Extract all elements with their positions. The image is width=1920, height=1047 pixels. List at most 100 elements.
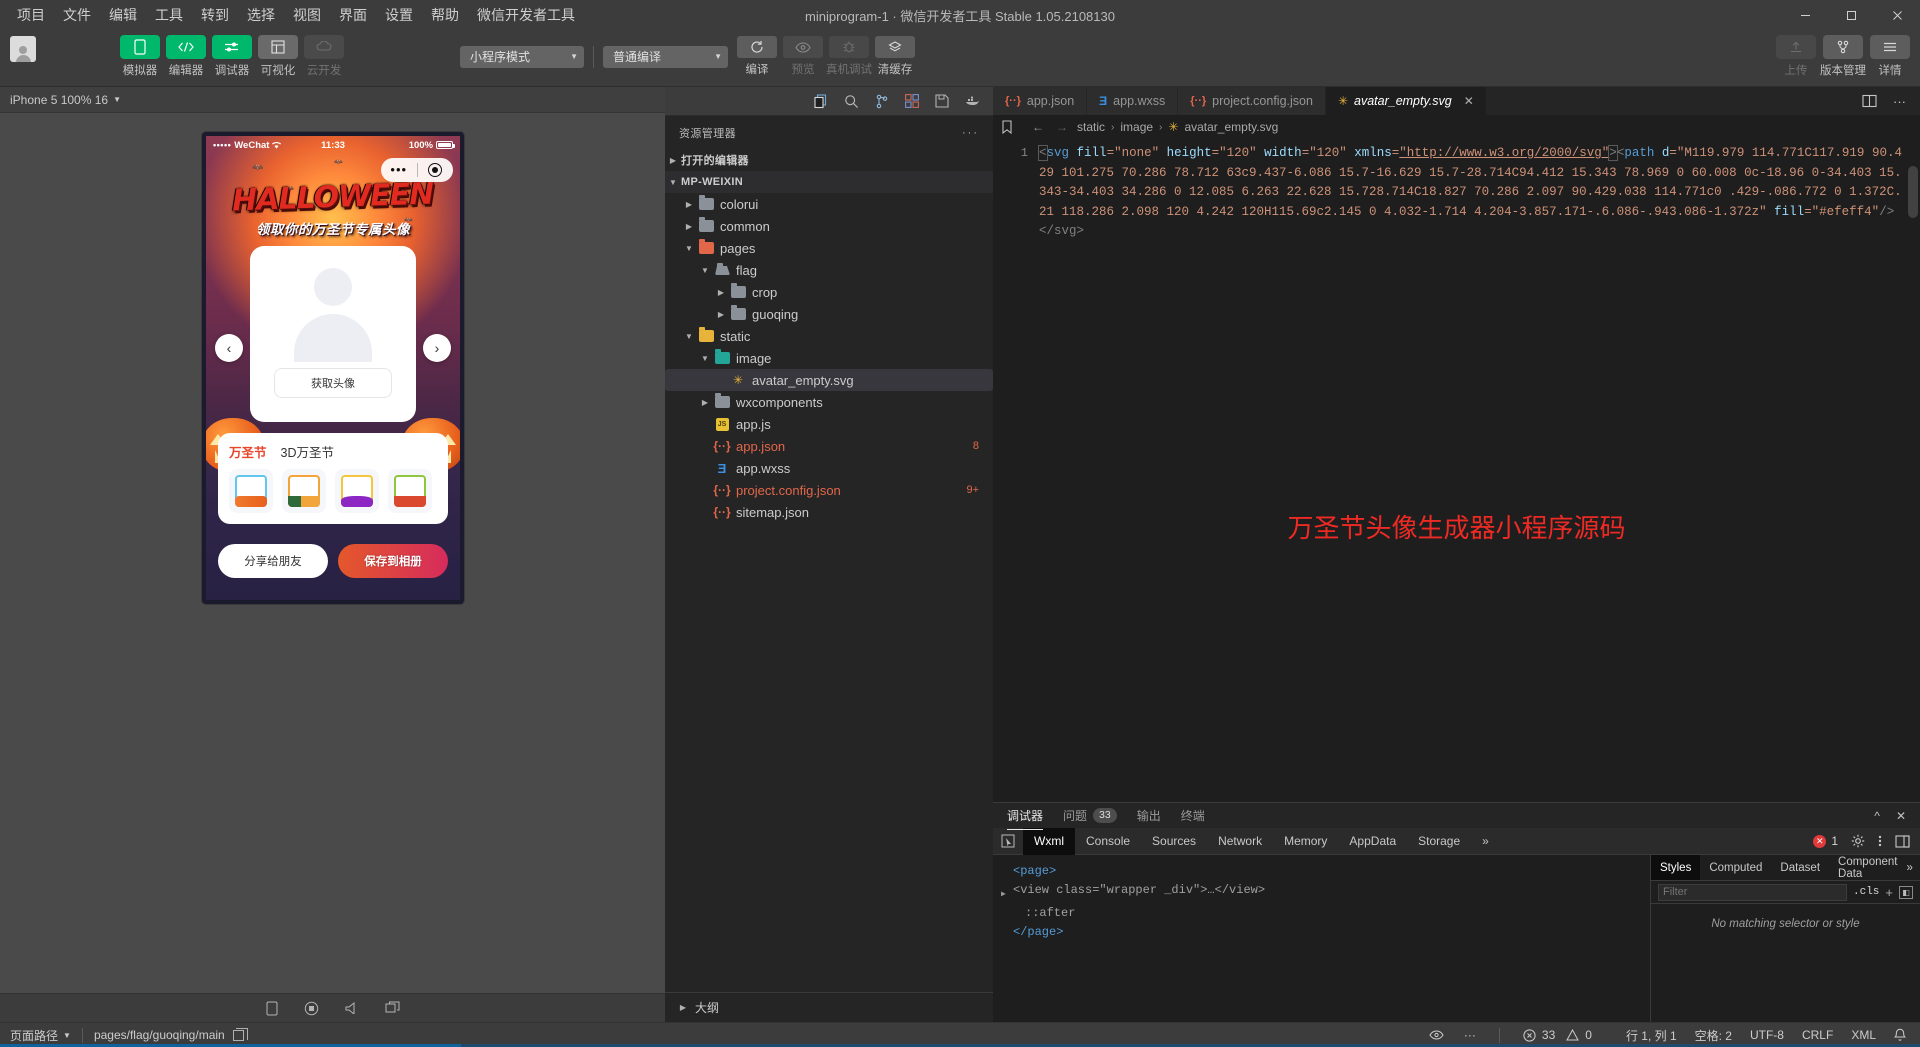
- page-path-selector[interactable]: 页面路径 ▼: [10, 1027, 71, 1044]
- tree-row-sitemap-json[interactable]: {··} sitemap.json: [665, 501, 993, 523]
- menu-item-2[interactable]: 编辑: [100, 2, 146, 28]
- frame-tab-3d-halloween[interactable]: 3D万圣节: [281, 442, 334, 461]
- gear-icon[interactable]: [1851, 834, 1865, 848]
- wechat-capsule[interactable]: •••: [381, 158, 453, 182]
- capsule-target-icon[interactable]: [418, 163, 454, 177]
- menu-item-7[interactable]: 界面: [330, 2, 376, 28]
- tree-row-static[interactable]: ▼ static: [665, 325, 993, 347]
- editor-scrollbar[interactable]: [1908, 166, 1918, 218]
- tree-row-open-editors[interactable]: ▶ 打开的编辑器: [665, 149, 993, 171]
- panel-tab-terminal[interactable]: 终端: [1181, 807, 1205, 824]
- save-icon[interactable]: [935, 94, 949, 108]
- chevron-right-icon[interactable]: ▶: [1001, 881, 1013, 904]
- menu-item-10[interactable]: 微信开发者工具: [468, 2, 584, 28]
- devtools-tab-sources[interactable]: Sources: [1141, 828, 1207, 855]
- devtools-tab-wxml[interactable]: Wxml: [1023, 828, 1075, 855]
- menu-item-9[interactable]: 帮助: [422, 2, 468, 28]
- frame-thumbnail[interactable]: [282, 469, 326, 513]
- mode-select[interactable]: 小程序模式 ▼: [460, 46, 584, 68]
- details-button[interactable]: 详情: [1870, 35, 1910, 78]
- dock-icon[interactable]: [1895, 835, 1910, 848]
- tab-project-config-json[interactable]: {··} project.config.json: [1178, 87, 1326, 115]
- tree-row-avatar-empty-svg[interactable]: ✳ avatar_empty.svg: [665, 369, 993, 391]
- breadcrumb-item-static[interactable]: static: [1077, 120, 1105, 134]
- share-button[interactable]: 分享给朋友: [218, 544, 328, 578]
- toggle-sidebar-icon[interactable]: ◧: [1899, 886, 1913, 899]
- compile-select[interactable]: 普通编译 ▼: [603, 46, 728, 68]
- cls-toggle[interactable]: .cls: [1853, 886, 1879, 898]
- bell-icon[interactable]: [1894, 1028, 1906, 1042]
- more-actions-icon[interactable]: ···: [1893, 94, 1906, 109]
- menu-item-3[interactable]: 工具: [146, 2, 192, 28]
- devtools-tabs-overflow[interactable]: »: [1471, 828, 1500, 855]
- next-frame-button[interactable]: ›: [423, 334, 451, 362]
- collapse-panel-icon[interactable]: ^: [1874, 809, 1880, 823]
- file-tree[interactable]: ▶ 打开的编辑器 ▼ MP-WEIXIN ▶ colorui ▶ common: [665, 149, 993, 992]
- code-content[interactable]: <svg fill="none" height="120" width="120…: [1037, 138, 1920, 802]
- language-mode[interactable]: XML: [1851, 1028, 1876, 1042]
- tree-row-app-wxss[interactable]: Ǝ app.wxss: [665, 457, 993, 479]
- breadcrumb-item-image[interactable]: image: [1120, 120, 1153, 134]
- phone-icon[interactable]: [266, 1001, 278, 1016]
- compile-button[interactable]: 编译: [737, 36, 777, 77]
- eye-icon[interactable]: [1429, 1030, 1444, 1040]
- menu-item-8[interactable]: 设置: [376, 2, 422, 28]
- frame-thumbnail-list[interactable]: [229, 469, 437, 513]
- save-to-album-button[interactable]: 保存到相册: [338, 544, 448, 578]
- error-count-indicator[interactable]: 33 0: [1523, 1028, 1592, 1042]
- tree-row-wxcomponents[interactable]: ▶ wxcomponents: [665, 391, 993, 413]
- devtools-tab-console[interactable]: Console: [1075, 828, 1141, 855]
- error-indicator[interactable]: ✕ 1: [1813, 834, 1838, 848]
- split-editor-icon[interactable]: [1862, 94, 1877, 108]
- version-control-button[interactable]: 版本管理: [1823, 35, 1863, 78]
- remote-debug-button[interactable]: 真机调试: [829, 36, 869, 77]
- styles-tab-dataset[interactable]: Dataset: [1771, 855, 1829, 880]
- tree-row-pages[interactable]: ▼ pages: [665, 237, 993, 259]
- maximize-button[interactable]: [1828, 0, 1874, 30]
- eol-setting[interactable]: CRLF: [1802, 1028, 1833, 1042]
- panel-tab-problems[interactable]: 问题 33: [1063, 807, 1117, 824]
- prev-frame-button[interactable]: ‹: [215, 334, 243, 362]
- window-icon[interactable]: [385, 1001, 400, 1016]
- add-rule-button[interactable]: +: [1885, 885, 1893, 900]
- styles-filter-input[interactable]: [1658, 884, 1847, 901]
- inspect-element-icon[interactable]: [993, 834, 1023, 848]
- kebab-icon[interactable]: [1878, 834, 1882, 848]
- tab-app-json[interactable]: {··} app.json: [993, 87, 1087, 115]
- tree-row-app-json[interactable]: {··} app.json 8: [665, 435, 993, 457]
- styles-tab-styles[interactable]: Styles: [1651, 855, 1700, 880]
- explorer-more-icon[interactable]: ···: [962, 127, 979, 139]
- wxml-tree[interactable]: <page> ▶<view class="wrapper _div">…</vi…: [993, 855, 1650, 1022]
- wxml-line[interactable]: </page>: [1001, 923, 1650, 942]
- extensions-icon[interactable]: [905, 94, 919, 108]
- copy-icon[interactable]: [233, 1030, 244, 1041]
- close-button[interactable]: [1874, 0, 1920, 30]
- devtools-tab-storage[interactable]: Storage: [1407, 828, 1471, 855]
- tree-row-guoqing[interactable]: ▶ guoqing: [665, 303, 993, 325]
- close-panel-icon[interactable]: ✕: [1896, 809, 1906, 823]
- wxml-line[interactable]: ::after: [1001, 904, 1650, 923]
- docker-icon[interactable]: [965, 95, 981, 107]
- frame-thumbnail[interactable]: [229, 469, 273, 513]
- styles-tab-computed[interactable]: Computed: [1700, 855, 1771, 880]
- toggle-editor[interactable]: 编辑器: [166, 35, 206, 78]
- panel-tab-debugger[interactable]: 调试器: [1007, 807, 1043, 824]
- bookmark-icon[interactable]: [1001, 120, 1019, 134]
- devtools-tab-network[interactable]: Network: [1207, 828, 1273, 855]
- tree-row-common[interactable]: ▶ common: [665, 215, 993, 237]
- devtools-tab-appdata[interactable]: AppData: [1338, 828, 1407, 855]
- menu-item-0[interactable]: 项目: [8, 2, 54, 28]
- code-editor[interactable]: 1 <svg fill="none" height="120" width="1…: [993, 138, 1920, 802]
- frame-tab-halloween[interactable]: 万圣节: [229, 442, 267, 461]
- styles-tabs-overflow[interactable]: »: [1907, 862, 1920, 874]
- panel-tab-output[interactable]: 输出: [1137, 807, 1161, 824]
- toggle-cloud[interactable]: 云开发: [304, 35, 344, 78]
- toggle-debugger[interactable]: 调试器: [212, 35, 252, 78]
- tree-row-colorui[interactable]: ▶ colorui: [665, 193, 993, 215]
- toggle-visual[interactable]: 可视化: [258, 35, 298, 78]
- tree-row-project-config-json[interactable]: {··} project.config.json 9+: [665, 479, 993, 501]
- phone-screen[interactable]: ••••• WeChat 11:33 100%: [206, 136, 460, 600]
- styles-tab-component-data[interactable]: Component Data: [1829, 855, 1906, 880]
- encoding-setting[interactable]: UTF-8: [1750, 1028, 1784, 1042]
- toggle-simulator[interactable]: 模拟器: [120, 35, 160, 78]
